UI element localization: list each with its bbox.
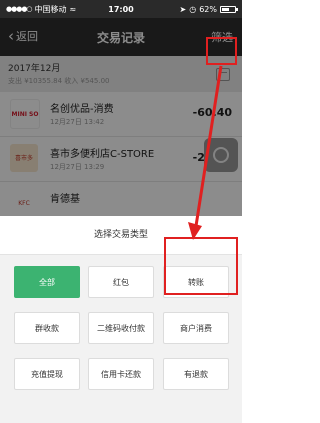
filter-highlight-box: [206, 37, 237, 65]
option-all[interactable]: 全部: [14, 266, 80, 298]
option-qr-payment[interactable]: 二维码收付款: [88, 312, 154, 344]
battery-icon: [220, 5, 238, 13]
status-bar: ●●●●○ 中国移动 ≈ 17:00 ➤ ◷ 62%: [0, 0, 242, 18]
battery-level: [222, 7, 230, 11]
option-topup-withdraw[interactable]: 充值提现: [14, 358, 80, 390]
option-refunded[interactable]: 有退款: [163, 358, 229, 390]
option-credit-card-repay[interactable]: 信用卡还款: [88, 358, 154, 390]
option-group-collect[interactable]: 群收款: [14, 312, 80, 344]
option-merchant-spend[interactable]: 商户消费: [163, 312, 229, 344]
transfer-highlight-box: [164, 237, 238, 295]
clock: 17:00: [108, 4, 134, 14]
option-red-packet[interactable]: 红包: [88, 266, 154, 298]
